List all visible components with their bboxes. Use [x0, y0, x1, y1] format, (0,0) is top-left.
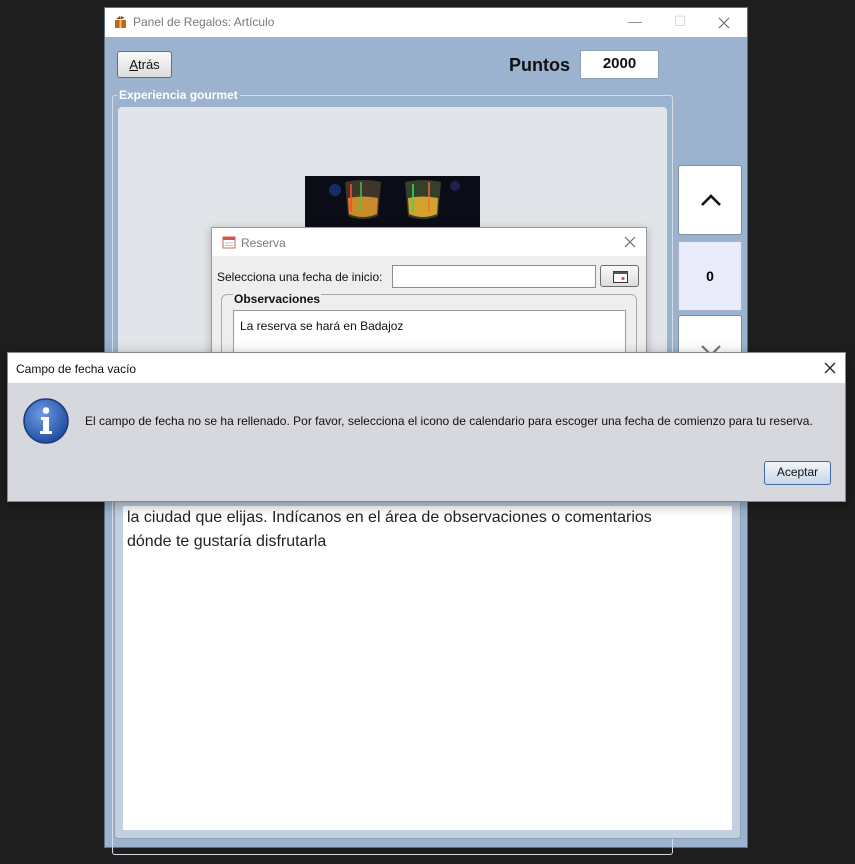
info-icon	[22, 397, 70, 445]
gift-icon	[113, 14, 129, 30]
back-label: trás	[138, 57, 160, 72]
observations-title: Observaciones	[233, 292, 322, 306]
main-titlebar[interactable]: Panel de Regalos: Artículo — ☐	[105, 8, 747, 37]
reserva-dialog: Reserva Selecciona una fecha de inicio: …	[211, 227, 647, 364]
alert-close-button[interactable]	[822, 360, 838, 376]
calendar-icon	[613, 271, 628, 283]
close-icon	[824, 362, 836, 374]
gift-group-title: Experiencia gourmet	[117, 88, 240, 102]
observations-textarea[interactable]: La reserva se hará en Badajoz	[233, 310, 626, 356]
alert-message: El campo de fecha no se ha rellenado. Po…	[85, 414, 813, 428]
description-panel: la ciudad que elijas. Indícanos en el ár…	[114, 478, 741, 839]
close-icon	[624, 236, 636, 248]
points-label: Puntos	[509, 55, 570, 75]
back-button[interactable]: Atrás	[117, 51, 172, 78]
description-line: la ciudad que elijas. Indícanos en el ár…	[127, 509, 652, 526]
maximize-button[interactable]: ☐	[668, 13, 692, 30]
chevron-up-icon	[701, 194, 721, 206]
description-text[interactable]: la ciudad que elijas. Indícanos en el ár…	[123, 506, 732, 830]
back-mnemonic: A	[129, 57, 138, 72]
close-button[interactable]	[715, 14, 733, 32]
item-counter-value: 0	[706, 268, 714, 284]
reserva-close-button[interactable]	[622, 234, 638, 250]
points-field[interactable]: 2000	[580, 50, 659, 79]
alert-title: Campo de fecha vacío	[16, 362, 137, 376]
alert-dialog: Campo de fecha vacío El campo de fecha n…	[7, 352, 846, 502]
scroll-up-button[interactable]	[678, 165, 742, 235]
item-counter: 0	[678, 241, 742, 311]
calendar-icon	[222, 235, 236, 249]
window-title: Panel de Regalos: Artículo	[133, 15, 275, 29]
accept-button[interactable]: Aceptar	[764, 461, 831, 485]
date-label: Selecciona una fecha de inicio:	[217, 270, 383, 284]
description-line: dónde te gustaría disfrutarla	[127, 533, 327, 550]
minimize-button[interactable]: —	[623, 13, 647, 29]
alert-titlebar[interactable]: Campo de fecha vacío	[8, 353, 845, 383]
reserva-title: Reserva	[241, 236, 286, 250]
close-icon	[718, 17, 730, 29]
date-input[interactable]	[392, 265, 596, 288]
calendar-button[interactable]	[600, 265, 639, 287]
reserva-titlebar[interactable]: Reserva	[212, 228, 646, 256]
